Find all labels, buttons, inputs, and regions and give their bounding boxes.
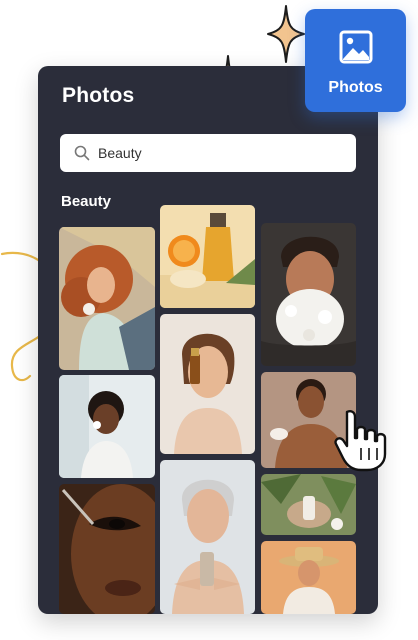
photo-tile[interactable] bbox=[261, 223, 356, 366]
photo-older-woman-bottle bbox=[160, 460, 255, 614]
search-icon bbox=[74, 145, 90, 161]
photo-skincare-flatlay bbox=[261, 474, 356, 535]
photo-person-straw-hat bbox=[261, 541, 356, 614]
photo-tile[interactable] bbox=[59, 375, 155, 478]
photo-tile[interactable] bbox=[59, 484, 155, 614]
sparkle-icon bbox=[267, 5, 305, 63]
badge-label: Photos bbox=[328, 79, 383, 96]
photo-oil-bottles bbox=[160, 205, 255, 308]
photo-tile[interactable] bbox=[160, 205, 255, 308]
photo-woman-applying-cream bbox=[59, 375, 155, 478]
photo-tile[interactable] bbox=[160, 460, 255, 614]
photo-man-flower-beard bbox=[261, 223, 356, 366]
photo-woman-curly-red-hair bbox=[59, 227, 155, 370]
photos-panel: Photos Beauty bbox=[38, 66, 378, 614]
photo-tile[interactable] bbox=[160, 314, 255, 454]
photo-tile[interactable] bbox=[59, 227, 155, 370]
photo-tile[interactable] bbox=[261, 474, 356, 535]
photo-tile[interactable] bbox=[261, 541, 356, 614]
hand-cursor-icon bbox=[334, 410, 387, 472]
photos-app-badge[interactable]: Photos bbox=[305, 9, 406, 112]
section-label: Beauty bbox=[61, 193, 112, 210]
image-icon bbox=[339, 30, 373, 64]
photo-woman-holding-serum bbox=[160, 314, 255, 454]
photo-eye-closeup-dropper bbox=[59, 484, 155, 614]
search-input[interactable] bbox=[60, 134, 356, 172]
panel-title: Photos bbox=[62, 84, 135, 107]
